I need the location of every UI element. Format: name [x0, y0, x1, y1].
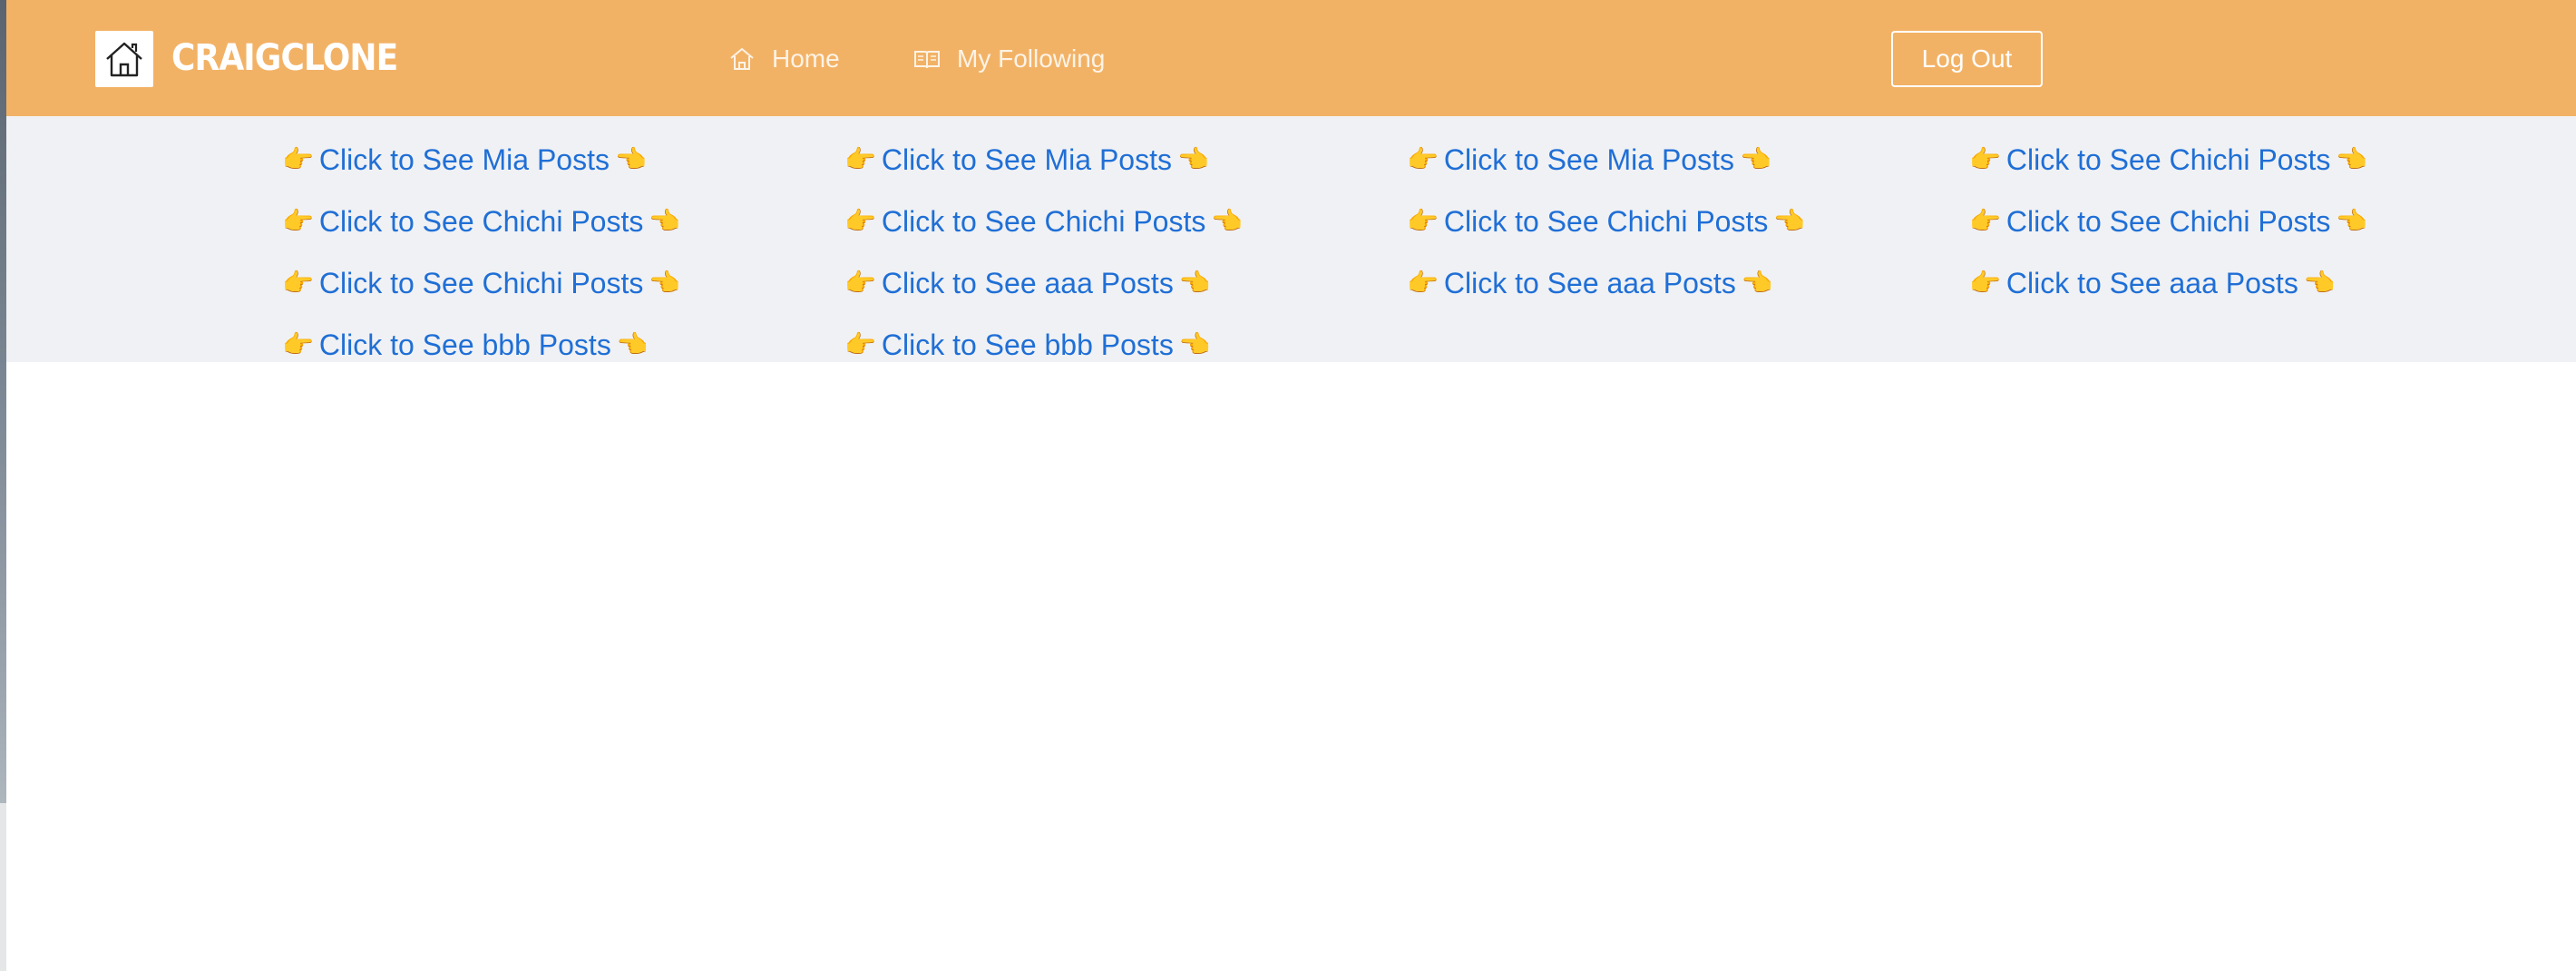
- pointing-right-icon: 👉: [282, 330, 314, 358]
- post-link-label: Click to See aaa Posts: [881, 266, 1174, 299]
- book-open-icon: [914, 51, 940, 69]
- post-link-label: Click to See Mia Posts: [881, 142, 1172, 176]
- pointing-right-icon: 👉: [1407, 269, 1439, 297]
- nav-following-label: My Following: [957, 44, 1106, 73]
- post-link[interactable]: 👉 Click to See Chichi Posts 👈: [1407, 191, 1969, 252]
- pointing-right-icon: 👉: [1407, 145, 1439, 173]
- desktop-edge: [0, 0, 6, 971]
- post-link-label: Click to See aaa Posts: [1443, 266, 1736, 299]
- pointing-left-icon: 👈: [649, 269, 681, 297]
- pointing-right-icon: 👉: [844, 269, 876, 297]
- post-link-label: Click to See Chichi Posts: [318, 204, 644, 238]
- post-link-label: Click to See Chichi Posts: [318, 266, 644, 299]
- post-link[interactable]: 👉 Click to See Chichi Posts 👈: [1969, 129, 2532, 191]
- post-link[interactable]: 👉 Click to See Chichi Posts 👈: [1969, 191, 2532, 252]
- app-window: CRAIGCLONE Home My Following Log Out 👉 Cl…: [6, 0, 2576, 971]
- post-link[interactable]: 👉 Click to See Mia Posts 👈: [1407, 129, 1969, 191]
- post-link[interactable]: 👉 Click to See Chichi Posts 👈: [844, 191, 1407, 252]
- desktop-edge-fade: [0, 803, 6, 971]
- home-logo-button[interactable]: [95, 31, 153, 87]
- posts-links-panel: 👉 Click to See Mia Posts 👈 👉 Click to See M…: [6, 116, 2576, 362]
- post-link[interactable]: 👉 Click to See aaa Posts 👈: [1407, 252, 1969, 314]
- post-link[interactable]: 👉 Click to See Chichi Posts 👈: [282, 191, 844, 252]
- pointing-right-icon: 👉: [282, 269, 314, 297]
- post-link-label: Click to See Chichi Posts: [2005, 204, 2331, 238]
- nav-home-link[interactable]: Home: [728, 36, 840, 82]
- pointing-left-icon: 👈: [1773, 207, 1806, 235]
- pointing-right-icon: 👉: [844, 207, 876, 235]
- post-link[interactable]: 👉 Click to See aaa Posts 👈: [1969, 252, 2532, 314]
- pointing-right-icon: 👉: [282, 207, 314, 235]
- post-link-label: Click to See Mia Posts: [318, 142, 610, 176]
- pointing-left-icon: 👈: [1178, 269, 1211, 297]
- pointing-left-icon: 👈: [2336, 207, 2368, 235]
- posts-links-grid: 👉 Click to See Mia Posts 👈 👉 Click to See M…: [282, 129, 2532, 376]
- main-content-empty: [6, 362, 2576, 971]
- pointing-right-icon: 👉: [844, 330, 876, 358]
- pointing-left-icon: 👈: [1176, 145, 1209, 173]
- nav-following-link[interactable]: My Following: [913, 36, 1105, 82]
- post-link[interactable]: 👉 Click to See Mia Posts 👈: [844, 129, 1407, 191]
- pointing-left-icon: 👈: [2336, 145, 2368, 173]
- house-icon: [106, 42, 142, 77]
- pointing-right-icon: 👉: [282, 145, 314, 173]
- pointing-left-icon: 👈: [1741, 269, 1773, 297]
- pointing-left-icon: 👈: [1739, 145, 1771, 173]
- pointing-left-icon: 👈: [614, 145, 647, 173]
- pointing-right-icon: 👉: [1969, 269, 2001, 297]
- post-link-label: Click to See bbb Posts: [881, 328, 1174, 361]
- pointing-right-icon: 👉: [844, 145, 876, 173]
- post-link-label: Click to See bbb Posts: [318, 328, 611, 361]
- pointing-left-icon: 👈: [1211, 207, 1244, 235]
- pointing-right-icon: 👉: [1407, 207, 1439, 235]
- post-link-label: Click to See Chichi Posts: [1443, 204, 1769, 238]
- post-link[interactable]: 👉 Click to See aaa Posts 👈: [844, 252, 1407, 314]
- post-link-label: Click to See aaa Posts: [2005, 266, 2298, 299]
- home-outline-icon: [730, 47, 754, 70]
- post-link[interactable]: 👉 Click to See Chichi Posts 👈: [282, 252, 844, 314]
- pointing-left-icon: 👈: [649, 207, 681, 235]
- post-link[interactable]: 👉 Click to See Mia Posts 👈: [282, 129, 844, 191]
- brand-title[interactable]: CRAIGCLONE: [171, 34, 398, 82]
- nav-home-label: Home: [772, 44, 840, 73]
- post-link-label: Click to See Chichi Posts: [2005, 142, 2331, 176]
- pointing-left-icon: 👈: [1178, 330, 1211, 358]
- pointing-right-icon: 👉: [1969, 207, 2001, 235]
- top-nav-bar: CRAIGCLONE Home My Following Log Out: [6, 0, 2576, 116]
- logout-button[interactable]: Log Out: [1891, 31, 2043, 87]
- post-link-label: Click to See Mia Posts: [1443, 142, 1734, 176]
- post-link-label: Click to See Chichi Posts: [881, 204, 1206, 238]
- pointing-left-icon: 👈: [2303, 269, 2336, 297]
- pointing-left-icon: 👈: [616, 330, 649, 358]
- pointing-right-icon: 👉: [1969, 145, 2001, 173]
